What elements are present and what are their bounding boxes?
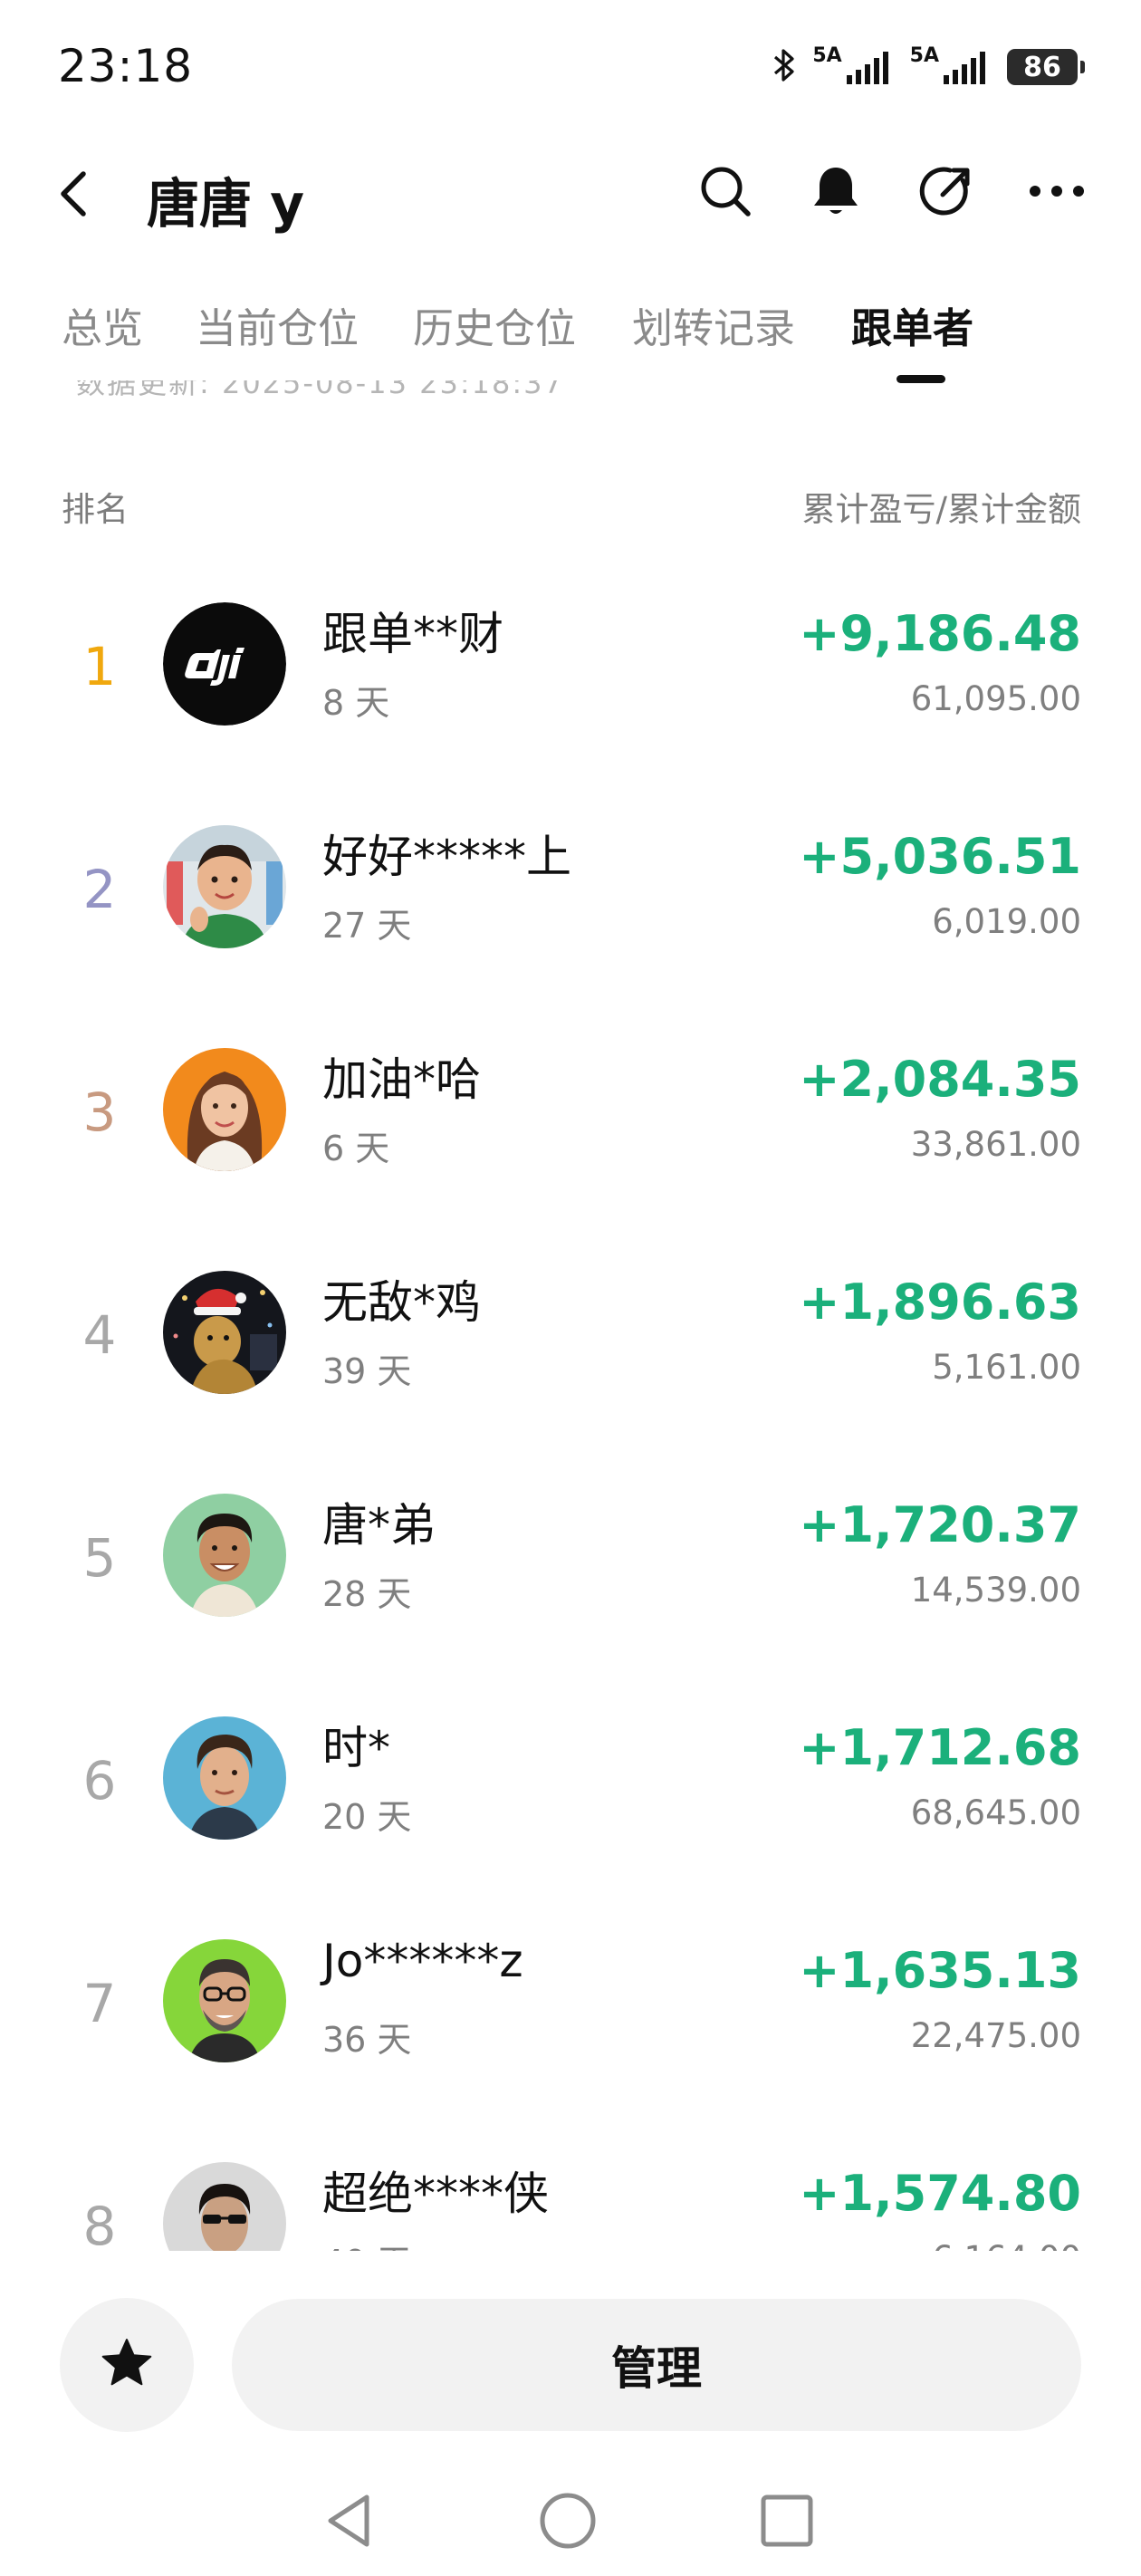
- avatar: [163, 2162, 286, 2251]
- rank-number: 5: [82, 1527, 117, 1589]
- cumulative-amount: 33,861.00: [910, 1125, 1081, 1164]
- follower-name: 跟单**财: [322, 608, 503, 660]
- tab-followers[interactable]: 跟单者: [851, 295, 973, 354]
- follow-days: 8 天: [322, 683, 390, 723]
- rank-number: 6: [82, 1750, 117, 1812]
- follow-days: 27 天: [322, 906, 412, 946]
- tab-transfer-records[interactable]: 划转记录: [632, 295, 795, 354]
- star-icon: [100, 2336, 154, 2394]
- nav-home-icon[interactable]: [536, 2489, 599, 2552]
- follower-name: 无敌*鸡: [322, 1276, 481, 1329]
- status-time: 23:18: [58, 40, 194, 92]
- follower-name: Jo******z: [322, 1935, 523, 1987]
- follow-days: 40 天: [322, 2235, 411, 2251]
- follower-row[interactable]: 6 时* 20 天 +1,712.68 68,645.00: [0, 1676, 1141, 1898]
- cumulative-pnl: +1,635.13: [799, 1942, 1081, 1999]
- follower-row[interactable]: 4 无敌*鸡 39 天 +1,896.63 5,161.00: [0, 1230, 1141, 1453]
- follower-row[interactable]: 3 加油*哈 6 天 +2,084.35 33,861.00: [0, 1007, 1141, 1230]
- favorite-button[interactable]: [60, 2298, 194, 2432]
- cumulative-pnl: +2,084.35: [799, 1051, 1081, 1108]
- cumulative-amount: 6,164.00: [932, 2239, 1081, 2251]
- tab-overview[interactable]: 总览: [62, 295, 143, 354]
- rank-column-header: 排名: [62, 490, 129, 529]
- bluetooth-icon: [772, 47, 796, 87]
- cumulative-pnl: +9,186.48: [799, 605, 1081, 662]
- signal-icon: 5A: [910, 44, 991, 84]
- avatar: [163, 1048, 286, 1171]
- cumulative-pnl: +1,896.63: [799, 1274, 1081, 1331]
- rank-number: 1: [82, 636, 117, 697]
- more-icon[interactable]: [1025, 159, 1088, 223]
- rank-number: 3: [82, 1081, 117, 1143]
- follower-name: 唐*弟: [322, 1499, 436, 1552]
- cumulative-amount: 22,475.00: [910, 2016, 1081, 2055]
- cumulative-pnl: +1,574.80: [799, 2165, 1081, 2222]
- follower-row[interactable]: 7 Jo******z 36 天 +1,635.13 22,475.00: [0, 1898, 1141, 2121]
- signal-icon: 5A: [812, 44, 893, 84]
- data-update-line: 数据更新: 2025-08-13 23:18:37: [76, 380, 564, 399]
- avatar: [163, 1939, 286, 2062]
- follow-days: 36 天: [322, 2020, 412, 2060]
- rank-number: 4: [82, 1304, 117, 1366]
- follower-name: 超绝****侠: [322, 2167, 549, 2220]
- follower-row[interactable]: 1 跟单**财 8 天 +9,186.48 61,095.00: [0, 562, 1141, 784]
- avatar: [163, 1494, 286, 1617]
- bell-icon[interactable]: [804, 159, 868, 223]
- avatar: [163, 825, 286, 948]
- cumulative-amount: 6,019.00: [932, 902, 1081, 941]
- follower-name: 好好*****上: [322, 831, 571, 883]
- cumulative-pnl: +5,036.51: [799, 828, 1081, 885]
- follow-days: 39 天: [322, 1351, 412, 1391]
- follower-name: 时*: [322, 1722, 390, 1774]
- followers-list[interactable]: 1 跟单**财 8 天 +9,186.48 61,095.00 2 好好****…: [0, 562, 1141, 2251]
- follow-days: 28 天: [322, 1574, 412, 1614]
- share-icon[interactable]: [915, 159, 978, 223]
- tab-current-positions[interactable]: 当前仓位: [196, 295, 359, 354]
- cumulative-amount: 14,539.00: [910, 1571, 1081, 1610]
- avatar: [163, 1716, 286, 1840]
- follower-row[interactable]: 5 唐*弟 28 天 +1,720.37 14,539.00: [0, 1453, 1141, 1676]
- pnl-column-header: 累计盈亏/累计金额: [801, 490, 1081, 529]
- nav-back-icon[interactable]: [317, 2489, 380, 2552]
- search-icon[interactable]: [694, 159, 757, 223]
- cumulative-pnl: +1,720.37: [799, 1496, 1081, 1553]
- cumulative-amount: 68,645.00: [910, 1793, 1081, 1832]
- rank-number: 8: [82, 2196, 117, 2251]
- status-icons: 5A 5A 86: [772, 44, 1085, 87]
- page-title: 唐唐 y: [147, 173, 305, 235]
- follower-row[interactable]: 8 超绝****侠 40 天 +1,574.80 6,164.00: [0, 2121, 1141, 2251]
- follower-row[interactable]: 2 好好*****上 27 天 +5,036.51 6,019.00: [0, 784, 1141, 1007]
- avatar: [163, 1271, 286, 1394]
- tab-history-positions[interactable]: 历史仓位: [413, 295, 576, 354]
- avatar: [163, 602, 286, 726]
- tab-active-indicator: [896, 375, 945, 383]
- follow-days: 6 天: [322, 1129, 390, 1168]
- back-icon[interactable]: [54, 168, 94, 219]
- nav-recents-icon[interactable]: [755, 2489, 819, 2552]
- rank-number: 2: [82, 859, 117, 920]
- battery-indicator: 86: [1007, 49, 1085, 85]
- cumulative-pnl: +1,712.68: [799, 1719, 1081, 1776]
- cumulative-amount: 5,161.00: [932, 1348, 1081, 1387]
- follower-name: 加油*哈: [322, 1053, 481, 1106]
- rank-number: 7: [82, 1973, 117, 2034]
- follow-days: 20 天: [322, 1797, 412, 1837]
- cumulative-amount: 61,095.00: [910, 679, 1081, 718]
- manage-button[interactable]: 管理: [232, 2299, 1081, 2431]
